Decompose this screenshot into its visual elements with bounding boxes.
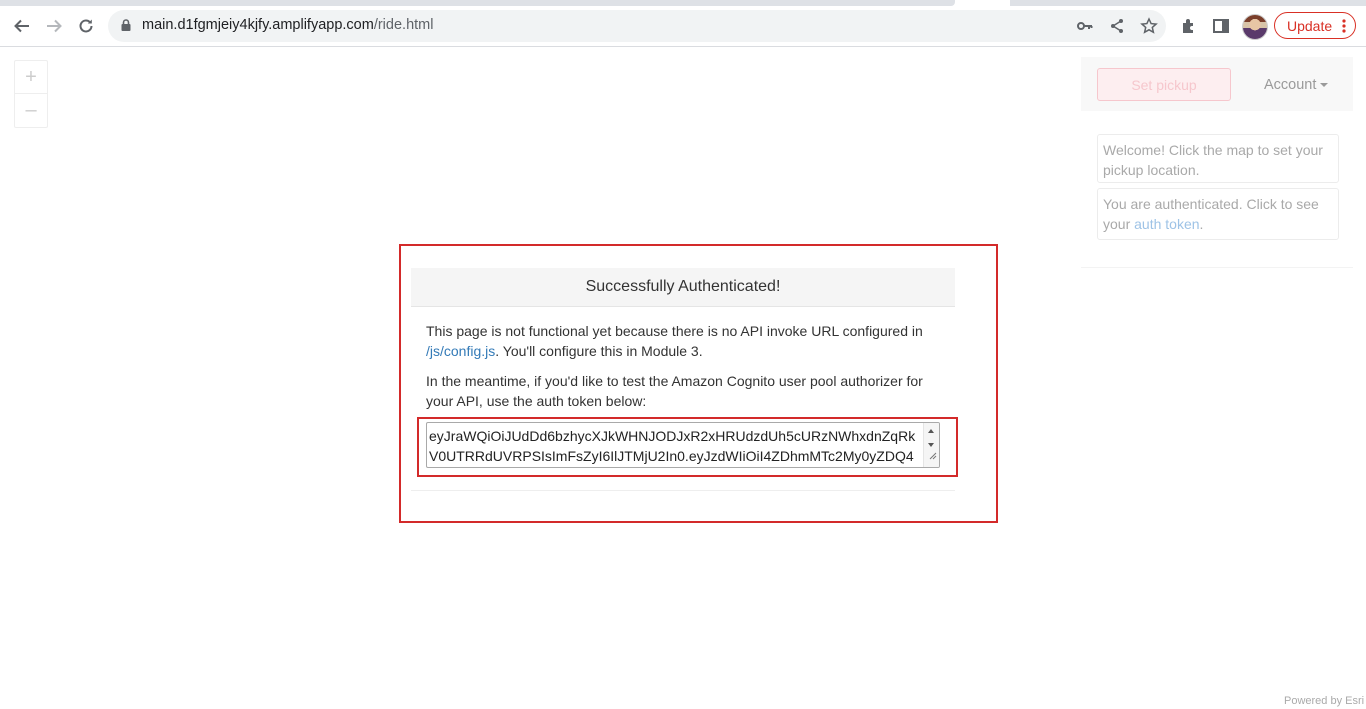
address-bar[interactable]: main.d1fgmjeiy4kjfy.amplifyapp.com/ride.…: [108, 10, 1166, 42]
scroll-up-icon: [928, 429, 934, 433]
auth-message: You are authenticated. Click to see your…: [1097, 188, 1339, 240]
zoom-in-button[interactable]: +: [15, 61, 47, 94]
key-icon[interactable]: [1075, 16, 1095, 36]
back-button[interactable]: [8, 12, 36, 40]
auth-token-link[interactable]: auth token: [1134, 216, 1199, 232]
auth-token-text: eyJraWQiOiJUdDd6bzhycXJkWHNJODJxR2xHRUdz…: [429, 428, 916, 464]
forward-button[interactable]: [40, 12, 68, 40]
dialog-config-suffix: . You'll configure this in Module 3.: [495, 343, 703, 359]
welcome-message: Welcome! Click the map to set your picku…: [1097, 134, 1339, 183]
resize-grip-icon[interactable]: [929, 445, 937, 465]
update-button-label: Update: [1287, 17, 1333, 34]
account-dropdown[interactable]: Account: [1264, 77, 1329, 93]
arrow-left-icon: [14, 19, 29, 33]
zoom-out-button[interactable]: –: [15, 94, 47, 126]
map-zoom-control: + –: [14, 60, 48, 128]
map-attribution[interactable]: Powered by Esri: [1284, 695, 1364, 707]
bookmark-star-icon[interactable]: [1139, 16, 1159, 36]
ride-panel: Set pickup Account Welcome! Click the ma…: [1081, 57, 1353, 268]
lock-icon: [120, 18, 132, 37]
side-panel-icon[interactable]: [1211, 16, 1231, 36]
dialog-token-note: In the meantime, if you'd like to test t…: [426, 373, 923, 409]
reload-icon: [79, 19, 93, 33]
auth-token-textarea[interactable]: eyJraWQiOiJUdDd6bzhycXJkWHNJODJxR2xHRUdz…: [426, 422, 940, 468]
reload-button[interactable]: [72, 12, 100, 40]
url-host: main.d1fgmjeiy4kjfy.amplifyapp.com: [142, 17, 374, 33]
set-pickup-button[interactable]: Set pickup: [1097, 68, 1231, 101]
auth-message-suffix: .: [1199, 216, 1204, 232]
arrow-right-icon: [47, 19, 62, 33]
caret-down-icon: [1320, 83, 1329, 88]
update-button[interactable]: Update: [1274, 12, 1356, 39]
dialog-title: Successfully Authenticated!: [411, 268, 955, 307]
browser-toolbar: main.d1fgmjeiy4kjfy.amplifyapp.com/ride.…: [0, 6, 1366, 47]
extensions-puzzle-icon[interactable]: [1179, 16, 1199, 36]
account-label: Account: [1264, 77, 1317, 93]
profile-avatar[interactable]: [1242, 14, 1268, 40]
dialog-config-note: This page is not functional yet because …: [426, 321, 941, 361]
config-js-link[interactable]: /js/config.js: [426, 343, 495, 359]
panel-topbar: Set pickup Account: [1081, 57, 1353, 111]
share-icon[interactable]: [1107, 16, 1127, 36]
url-path: /ride.html: [373, 17, 434, 33]
url-text: main.d1fgmjeiy4kjfy.amplifyapp.com/ride.…: [142, 17, 433, 33]
dialog-config-text: This page is not functional yet because …: [426, 323, 923, 339]
more-vert-icon: [1342, 18, 1346, 37]
